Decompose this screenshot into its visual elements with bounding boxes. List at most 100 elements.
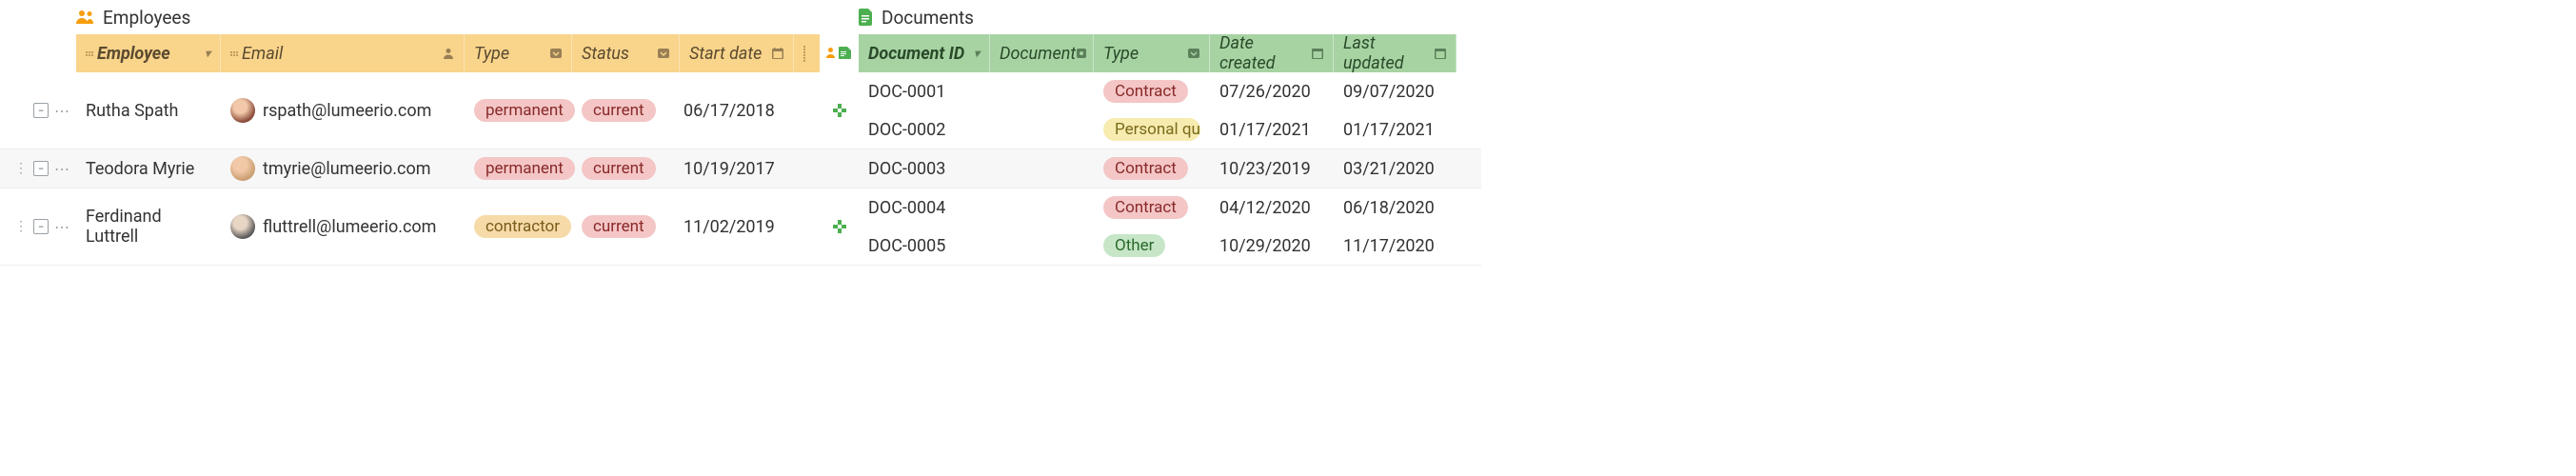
cell-doc-type[interactable]: Other bbox=[1094, 230, 1210, 261]
col-email[interactable]: Email bbox=[221, 34, 465, 72]
more-menu-icon[interactable]: ⋯ bbox=[54, 160, 70, 178]
cell-date-created[interactable]: 10/23/2019 bbox=[1210, 155, 1334, 183]
col-date-created[interactable]: Date created bbox=[1210, 34, 1334, 72]
cell-start-date[interactable]: 06/17/2018 bbox=[680, 95, 794, 127]
row-gutter: ⋮−⋯ bbox=[0, 188, 76, 265]
col-document[interactable]: Document bbox=[990, 34, 1094, 72]
employee-cells: Teodora Myrie tmyrie@lumeerio.com permanen… bbox=[76, 149, 821, 188]
employee-start-date: 10/19/2017 bbox=[684, 159, 775, 179]
cell-employee-type[interactable]: permanent bbox=[465, 93, 572, 128]
select-icon bbox=[550, 48, 562, 59]
cell-document[interactable] bbox=[990, 204, 1094, 211]
cell-last-updated[interactable]: 03/21/2020 bbox=[1334, 155, 1456, 183]
employees-table-label: Employees bbox=[103, 7, 190, 29]
type-pill: permanent bbox=[474, 99, 575, 122]
employee-start-date: 11/02/2019 bbox=[684, 217, 775, 237]
doc-type-pill: Other bbox=[1103, 234, 1165, 257]
cell-rel-spacer bbox=[794, 105, 820, 116]
document-row: DOC-0003 Contract 10/23/201903/21/2020 bbox=[859, 149, 1481, 188]
link-cell[interactable] bbox=[821, 188, 859, 265]
employees-header: Employee ▾ Email Type Status Start date bbox=[76, 34, 821, 72]
employee-cells: Rutha Spathrspath@lumeerio.com permanent c… bbox=[76, 72, 821, 149]
relation-link-header[interactable] bbox=[821, 34, 859, 72]
select-icon bbox=[1188, 48, 1199, 59]
col-last-updated[interactable]: Last updated bbox=[1334, 34, 1456, 72]
col-doc-id[interactable]: Document ID ▾ bbox=[859, 34, 990, 72]
document-row: DOC-0002 Personal ques 01/17/202101/17/202… bbox=[859, 110, 1481, 149]
cell-start-date[interactable]: 11/02/2019 bbox=[680, 211, 794, 243]
cell-last-updated[interactable]: 09/07/2020 bbox=[1334, 78, 1456, 106]
cell-date-created[interactable]: 04/12/2020 bbox=[1210, 194, 1334, 222]
cell-rel-spacer bbox=[794, 221, 820, 232]
cell-employee-status[interactable]: current bbox=[572, 93, 680, 128]
cell-employee-status[interactable]: current bbox=[572, 151, 680, 186]
cell-document[interactable] bbox=[990, 242, 1094, 249]
cell-employee-email[interactable]: tmyrie@lumeerio.com bbox=[221, 150, 465, 187]
cell-doc-id[interactable]: DOC-0002 bbox=[859, 116, 990, 144]
cell-doc-type[interactable]: Contract bbox=[1094, 76, 1210, 107]
doc-type-pill: Contract bbox=[1103, 80, 1188, 103]
chevron-down-icon[interactable]: ▾ bbox=[205, 47, 210, 60]
tables-split-view: Employees Documents Employee ▾ Email Typ… bbox=[0, 0, 1481, 273]
select-icon bbox=[658, 48, 669, 59]
collapse-button[interactable]: − bbox=[33, 103, 49, 118]
cell-doc-id[interactable]: DOC-0003 bbox=[859, 155, 990, 183]
users-icon bbox=[76, 10, 95, 25]
cell-employee-name[interactable]: Teodora Myrie bbox=[76, 153, 221, 185]
col-type[interactable]: Type bbox=[465, 34, 572, 72]
link-cell[interactable] bbox=[821, 149, 859, 188]
status-pill: current bbox=[582, 99, 656, 122]
cell-doc-id[interactable]: DOC-0001 bbox=[859, 78, 990, 106]
document-row: DOC-0004 Contract 04/12/202006/18/2020 bbox=[859, 188, 1481, 227]
cell-document[interactable] bbox=[990, 126, 1094, 133]
doc-type-pill: Contract bbox=[1103, 157, 1188, 180]
avatar bbox=[230, 156, 255, 181]
cell-doc-id[interactable]: DOC-0004 bbox=[859, 194, 990, 222]
cell-employee-type[interactable]: permanent bbox=[465, 151, 572, 186]
more-menu-icon[interactable]: ⋯ bbox=[54, 102, 70, 120]
documents-header: Document ID ▾ Document Type Date created… bbox=[859, 34, 1481, 72]
col-status[interactable]: Status bbox=[572, 34, 680, 72]
cell-doc-type[interactable]: Contract bbox=[1094, 153, 1210, 184]
employee-email: tmyrie@lumeerio.com bbox=[263, 159, 431, 179]
collapse-button[interactable]: − bbox=[33, 161, 49, 176]
cell-date-created[interactable]: 01/17/2021 bbox=[1210, 116, 1334, 144]
table-row: ⋮−⋯ Teodora Myrie tmyrie@lumeerio.com perma… bbox=[0, 149, 1481, 188]
table-row: ⋮−⋯Ferdinand Luttrellfluttrell@lumeerio.… bbox=[0, 188, 1481, 266]
chevron-down-icon[interactable]: ▾ bbox=[974, 47, 980, 60]
cell-employee-name[interactable]: Ferdinand Luttrell bbox=[76, 201, 221, 252]
employee-name: Ferdinand Luttrell bbox=[86, 207, 211, 247]
status-pill: current bbox=[582, 157, 656, 180]
documents-table-label: Documents bbox=[882, 7, 974, 29]
cell-employee-type[interactable]: contractor bbox=[465, 209, 572, 244]
cell-employee-name[interactable]: Rutha Spath bbox=[76, 95, 221, 127]
collapse-button[interactable]: − bbox=[33, 219, 49, 234]
attachment-icon bbox=[1076, 48, 1087, 59]
cell-document[interactable] bbox=[990, 165, 1094, 172]
cell-employee-email[interactable]: fluttrell@lumeerio.com bbox=[221, 208, 465, 245]
doc-type-pill: Personal ques bbox=[1103, 118, 1200, 141]
drag-dots-icon[interactable]: ⋮ bbox=[14, 161, 28, 176]
col-start-date[interactable]: Start date bbox=[680, 34, 794, 72]
cell-doc-type[interactable]: Contract bbox=[1094, 192, 1210, 223]
cell-date-created[interactable]: 07/26/2020 bbox=[1210, 78, 1334, 106]
cell-last-updated[interactable]: 11/17/2020 bbox=[1334, 232, 1456, 260]
doc-type-pill: Contract bbox=[1103, 196, 1188, 219]
cell-employee-status[interactable]: current bbox=[572, 209, 680, 244]
link-cell[interactable] bbox=[821, 72, 859, 149]
drag-dots-icon[interactable]: ⋮ bbox=[14, 219, 28, 234]
cell-document[interactable] bbox=[990, 88, 1094, 95]
more-menu-icon[interactable]: ⋯ bbox=[54, 218, 70, 236]
cell-doc-type[interactable]: Personal ques bbox=[1094, 114, 1210, 145]
cell-last-updated[interactable]: 01/17/2021 bbox=[1334, 116, 1456, 144]
cell-employee-email[interactable]: rspath@lumeerio.com bbox=[221, 92, 465, 129]
col-add-placeholder[interactable] bbox=[794, 34, 820, 72]
expand-link-icon bbox=[832, 103, 847, 118]
col-doc-type[interactable]: Type bbox=[1094, 34, 1210, 72]
cell-last-updated[interactable]: 06/18/2020 bbox=[1334, 194, 1456, 222]
cell-date-created[interactable]: 10/29/2020 bbox=[1210, 232, 1334, 260]
document-rows: DOC-0001 Contract 07/26/202009/07/2020 DOC-… bbox=[859, 72, 1481, 149]
cell-start-date[interactable]: 10/19/2017 bbox=[680, 153, 794, 185]
col-employee[interactable]: Employee ▾ bbox=[76, 34, 221, 72]
cell-doc-id[interactable]: DOC-0005 bbox=[859, 232, 990, 260]
